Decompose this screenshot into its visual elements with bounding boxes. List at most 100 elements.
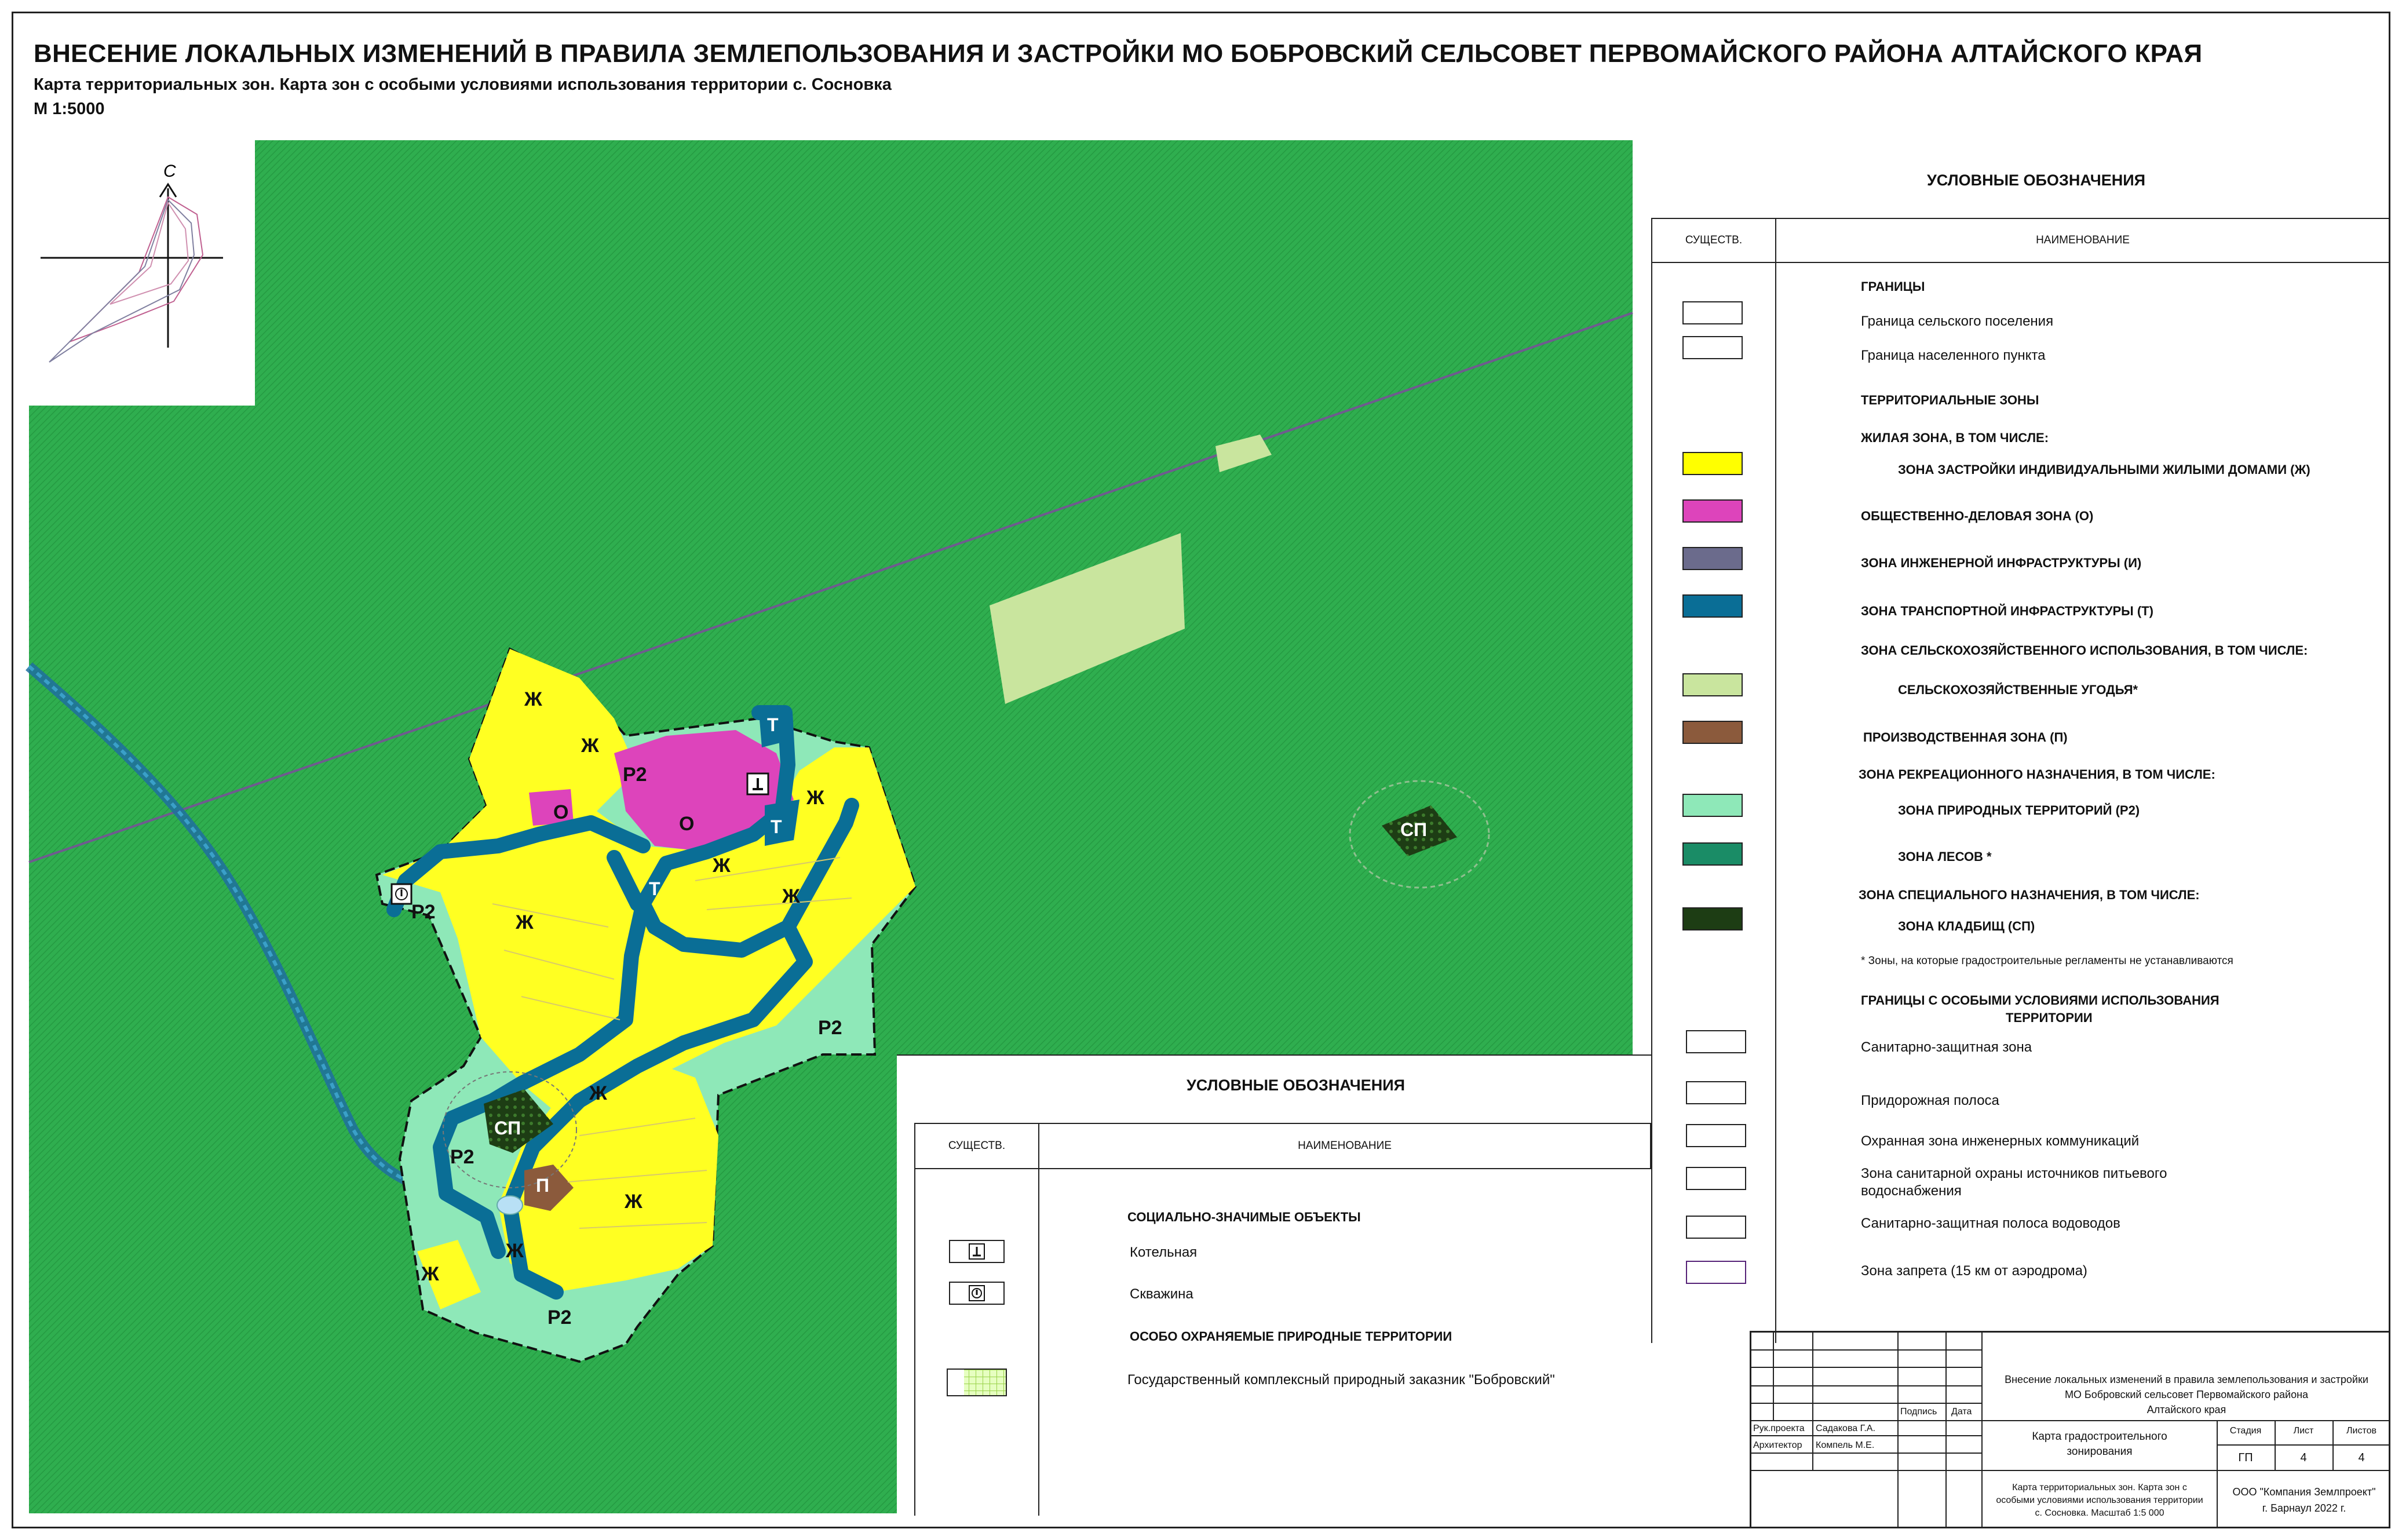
zone-label-sp: СП bbox=[494, 1118, 521, 1138]
boiler-icon bbox=[746, 772, 769, 795]
tb-drawing-2: зонирования bbox=[2067, 1446, 2133, 1458]
legend-border-settlement: Граница сельского поселения bbox=[1861, 313, 2054, 329]
compass-rose bbox=[41, 183, 223, 363]
zone-label-zh: Ж bbox=[782, 885, 800, 907]
zone-label-t: Т bbox=[649, 878, 660, 899]
swatch-border-locality bbox=[1682, 336, 1743, 359]
legend-air: Зона запрета (15 км от аэродрома) bbox=[1861, 1263, 2087, 1279]
legend-social: СОЦИАЛЬНО-ЗНАЧИМЫЕ ОБЪЕКТЫ bbox=[1127, 1210, 1361, 1224]
zone-label-zh: Ж bbox=[589, 1082, 607, 1104]
legend-special: ЗОНА СПЕЦИАЛЬНОГО НАЗНАЧЕНИЯ, В ТОМ ЧИСЛ… bbox=[1859, 888, 2200, 902]
swatch-transport bbox=[1682, 594, 1743, 618]
zone-label-r2: Р2 bbox=[411, 901, 436, 923]
tb-project-1: Внесение локальных изменений в правила з… bbox=[2005, 1374, 2368, 1385]
legend-title: УСЛОВНЫЕ ОБОЗНАЧЕНИЯ bbox=[1927, 171, 2146, 189]
legend-protected: ОСОБО ОХРАНЯЕМЫЕ ПРИРОДНЫЕ ТЕРРИТОРИИ bbox=[1130, 1329, 1452, 1344]
zone-label-o: О bbox=[553, 801, 568, 823]
swatch-szz bbox=[1686, 1030, 1746, 1053]
swatch-cemetery bbox=[1682, 907, 1743, 930]
tb-stage-header: Стадия bbox=[2229, 1426, 2262, 1436]
legend-water-1: Зона санитарной охраны источников питьев… bbox=[1861, 1166, 2167, 1181]
legend-forest: ЗОНА ЛЕСОВ * bbox=[1898, 849, 1992, 864]
legend-col-name: НАИМЕНОВАНИЕ bbox=[1775, 218, 2390, 263]
zone-label-o: О bbox=[679, 813, 694, 835]
legend-borders: ГРАНИЦЫ bbox=[1861, 279, 1925, 294]
swatch-water bbox=[1686, 1167, 1746, 1190]
swatch-forest bbox=[1682, 842, 1743, 866]
swatch-reserve bbox=[947, 1369, 1007, 1396]
well-icon bbox=[390, 883, 412, 905]
tb-project-2: МО Бобровский сельсовет Первомайского ра… bbox=[2064, 1389, 2309, 1400]
zone-label-t: Т bbox=[771, 816, 782, 837]
zone-label-p: П bbox=[536, 1175, 549, 1196]
legend-special-cond: ГРАНИЦЫ С ОСОБЫМИ УСЛОВИЯМИ ИСПОЛЬЗОВАНИ… bbox=[1861, 993, 2220, 1008]
zone-label-r2: Р2 bbox=[547, 1307, 572, 1329]
legend-terr-zones: ТЕРРИТОРИАЛЬНЫЕ ЗОНЫ bbox=[1861, 393, 2039, 407]
swatch-public bbox=[1682, 499, 1743, 523]
zone-label-sp: СП bbox=[1400, 819, 1427, 840]
tb-desc-1: Карта территориальных зон. Карта зон с bbox=[2012, 1483, 2187, 1492]
legend-pipe: Санитарно-защитная полоса водоводов bbox=[1861, 1216, 2120, 1231]
zone-label-t: Т bbox=[767, 714, 779, 735]
zone-label-zh: Ж bbox=[624, 1191, 643, 1213]
legend-agri: ЗОНА СЕЛЬСКОХОЗЯЙСТВЕННОГО ИСПОЛЬЗОВАНИЯ… bbox=[1861, 643, 2308, 658]
legend-well: Скважина bbox=[1130, 1286, 1193, 1302]
swatch-industrial bbox=[1682, 721, 1743, 744]
swatch-engineering bbox=[1682, 547, 1743, 570]
zone-label-zh: Ж bbox=[581, 735, 599, 757]
tb-company-1: ООО "Компания Землпроект" bbox=[2232, 1486, 2376, 1498]
legend-objects-title: УСЛОВНЫЕ ОБОЗНАЧЕНИЯ bbox=[1187, 1076, 1406, 1094]
tb-desc-2: особыми условиями использования территор… bbox=[1996, 1495, 2203, 1505]
legend-t: ЗОНА ТРАНСПОРТНОЙ ИНФРАСТРУКТУРЫ (Т) bbox=[1861, 604, 2153, 618]
zone-label-zh: Ж bbox=[806, 787, 824, 809]
legend-objects-col-name: НАИМЕНОВАНИЕ bbox=[1038, 1123, 1651, 1169]
tb-sheet: 4 bbox=[2300, 1451, 2307, 1464]
pond bbox=[497, 1195, 523, 1215]
legend-r2: ЗОНА ПРИРОДНЫХ ТЕРРИТОРИЙ (Р2) bbox=[1898, 803, 2140, 818]
zone-label-zh: Ж bbox=[421, 1263, 439, 1285]
zone-label-r2: Р2 bbox=[818, 1017, 842, 1039]
tb-name-1: Садакова Г.А. bbox=[1816, 1424, 1875, 1433]
title-block: Подпись Дата Рук.проекта Садакова Г.А. А… bbox=[1750, 1331, 2390, 1528]
legend-boiler: Котельная bbox=[1130, 1245, 1198, 1260]
tb-project-3: Алтайского края bbox=[2147, 1404, 2226, 1415]
legend-p: ПРОИЗВОДСТВЕННАЯ ЗОНА (П) bbox=[1863, 730, 2068, 745]
legend-i: ЗОНА ИНЖЕНЕРНОЙ ИНФРАСТРУКТУРЫ (И) bbox=[1861, 556, 2142, 570]
swatch-pipe bbox=[1686, 1216, 1746, 1239]
tb-role-1: Рук.проекта bbox=[1753, 1424, 1805, 1433]
legend-objects-col-code: СУЩЕСТВ. bbox=[914, 1123, 1039, 1169]
compass-north-label: С bbox=[163, 162, 176, 181]
zone-label-zh: Ж bbox=[515, 911, 534, 933]
swatch-natural bbox=[1682, 794, 1743, 817]
tb-company-2: г. Барнаул 2022 г. bbox=[2262, 1502, 2346, 1514]
zone-label-r2: Р2 bbox=[623, 764, 647, 786]
tb-role-2: Архитектор bbox=[1753, 1440, 1802, 1450]
legend-road: Придорожная полоса bbox=[1861, 1093, 1999, 1108]
legend-agri-land: СЕЛЬСКОХОЗЯЙСТВЕННЫЕ УГОДЬЯ* bbox=[1898, 683, 2138, 697]
well-icon bbox=[949, 1282, 1005, 1305]
zone-label-zh: Ж bbox=[505, 1240, 524, 1262]
legend-water-2: водоснабжения bbox=[1861, 1183, 1962, 1199]
swatch-residential bbox=[1682, 452, 1743, 475]
legend-zh: ЗОНА ЗАСТРОЙКИ ИНДИВИДУАЛЬНЫМИ ЖИЛЫМИ ДО… bbox=[1898, 462, 2310, 477]
zone-label-zh: Ж bbox=[524, 688, 542, 710]
tb-sign: Подпись bbox=[1900, 1407, 1937, 1417]
tb-sheets-header: Листов bbox=[2346, 1426, 2377, 1436]
tb-desc-3: с. Сосновка. Масштаб 1:5 000 bbox=[2035, 1508, 2164, 1518]
zone-label-r2: Р2 bbox=[450, 1146, 474, 1168]
legend-szz: Санитарно-защитная зона bbox=[1861, 1039, 2032, 1055]
legend-border-locality: Граница населенного пункта bbox=[1861, 348, 2046, 363]
legend-reserve: Государственный комплексный природный за… bbox=[1127, 1372, 1555, 1388]
legend-main: УСЛОВНЫЕ ОБОЗНАЧЕНИЯ СУЩЕСТВ. НАИМЕНОВАН… bbox=[1651, 171, 2390, 1343]
legend-note: * Зоны, на которые градостроительные рег… bbox=[1861, 955, 2233, 967]
boiler-icon bbox=[949, 1240, 1005, 1263]
swatch-air bbox=[1686, 1261, 1746, 1284]
tb-sheet-header: Лист bbox=[2293, 1426, 2314, 1436]
swatch-border-settlement bbox=[1682, 301, 1743, 324]
zone-label-zh: Ж bbox=[712, 855, 731, 877]
tb-name-2: Компель М.Е. bbox=[1816, 1440, 1875, 1450]
tb-drawing-1: Карта градостроительного bbox=[2032, 1430, 2167, 1443]
legend-special-cond-2: ТЕРРИТОРИИ bbox=[2006, 1010, 2093, 1025]
tb-date: Дата bbox=[1951, 1407, 1972, 1417]
legend-col-code: СУЩЕСТВ. bbox=[1651, 218, 1776, 263]
